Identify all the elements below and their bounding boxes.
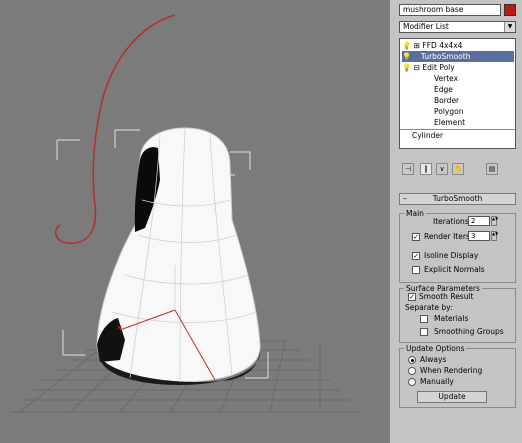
- smoothing-groups-label: Smoothing Groups: [434, 327, 504, 336]
- rollout-title: TurboSmooth: [432, 194, 483, 203]
- make-unique-icon[interactable]: ∨: [436, 163, 448, 175]
- render-iters-label: Render Iters:: [424, 232, 473, 241]
- stack-subitem-edge[interactable]: Edge: [434, 84, 453, 95]
- when-rendering-label: When Rendering: [420, 366, 483, 375]
- modifier-list-label: Modifier List: [403, 22, 449, 31]
- stack-subitem-border[interactable]: Border: [434, 95, 459, 106]
- stack-item-edit-poly[interactable]: 💡 ⊟ Edit Poly: [402, 62, 514, 73]
- object-name-text: mushroom base: [403, 5, 464, 14]
- configure-sets-icon[interactable]: ▤: [486, 163, 498, 175]
- lightbulb-icon[interactable]: 💡: [402, 52, 411, 61]
- modifier-list-dropdown[interactable]: Modifier List ▼: [399, 21, 516, 33]
- materials-label: Materials: [434, 314, 469, 323]
- separate-by-label: Separate by:: [405, 303, 453, 312]
- isoline-display-checkbox[interactable]: ✓: [412, 252, 420, 260]
- stack-item-label: Edit Poly: [422, 63, 455, 72]
- minus-icon[interactable]: ⊟: [414, 63, 420, 72]
- render-iters-spinner-arrows[interactable]: ▲▼: [491, 231, 498, 241]
- explicit-normals-checkbox[interactable]: [412, 266, 420, 274]
- lightbulb-icon[interactable]: 💡: [402, 63, 411, 72]
- smooth-result-label: Smooth Result: [419, 292, 474, 301]
- stack-subitem-element[interactable]: Element: [434, 117, 465, 128]
- when-rendering-radio[interactable]: [408, 367, 416, 375]
- stack-item-turbosmooth[interactable]: 💡 TurboSmooth: [402, 51, 514, 62]
- stack-item-label: FFD 4x4x4: [422, 41, 463, 50]
- remove-modifier-icon[interactable]: ✋: [452, 163, 464, 175]
- update-button[interactable]: Update: [417, 391, 487, 403]
- scene-render: ×: [10, 14, 360, 413]
- show-end-result-icon[interactable]: ‖: [420, 163, 432, 175]
- iterations-label: Iterations:: [433, 217, 472, 226]
- object-color-swatch[interactable]: [504, 4, 516, 16]
- chevron-down-icon: ▼: [504, 22, 515, 32]
- always-label: Always: [420, 355, 447, 364]
- stack-subitem-vertex[interactable]: Vertex: [434, 73, 458, 84]
- stack-item-label: TurboSmooth: [420, 52, 471, 61]
- always-radio[interactable]: [408, 356, 416, 364]
- explicit-normals-label: Explicit Normals: [424, 265, 485, 274]
- iterations-spinner[interactable]: 2: [468, 216, 490, 226]
- main-group-title: Main: [404, 209, 426, 218]
- isoline-display-label: Isoline Display: [424, 251, 479, 260]
- collapse-icon: –: [403, 194, 407, 203]
- stack-item-ffd[interactable]: 💡 ⊞ FFD 4x4x4: [402, 40, 514, 51]
- pin-stack-icon[interactable]: ⊣: [402, 163, 414, 175]
- perspective-viewport[interactable]: ×: [0, 0, 390, 443]
- turbosmooth-rollout-header[interactable]: – TurboSmooth: [399, 193, 516, 205]
- plus-icon[interactable]: ⊞: [414, 41, 420, 50]
- command-panel: mushroom base Modifier List ▼ 💡 ⊞ FFD 4x…: [390, 0, 522, 443]
- lightbulb-icon[interactable]: 💡: [402, 41, 411, 50]
- smoothing-groups-checkbox[interactable]: [420, 328, 428, 336]
- modifier-stack[interactable]: 💡 ⊞ FFD 4x4x4 💡 TurboSmooth 💡 ⊟ Edit Pol…: [399, 38, 516, 149]
- iterations-spinner-arrows[interactable]: ▲▼: [491, 216, 498, 226]
- update-options-title: Update Options: [404, 344, 467, 353]
- smooth-result-checkbox[interactable]: ✓: [408, 293, 416, 301]
- svg-text:×: ×: [116, 323, 123, 332]
- stack-subitem-polygon[interactable]: Polygon: [434, 106, 463, 117]
- manually-radio[interactable]: [408, 378, 416, 386]
- render-iters-checkbox[interactable]: ✓: [412, 233, 420, 241]
- update-button-label: Update: [438, 392, 466, 401]
- render-iters-spinner[interactable]: 3: [468, 231, 490, 241]
- object-name-field[interactable]: mushroom base: [399, 4, 501, 16]
- manually-label: Manually: [420, 377, 454, 386]
- materials-checkbox[interactable]: [420, 315, 428, 323]
- stack-item-cylinder[interactable]: Cylinder: [412, 130, 443, 141]
